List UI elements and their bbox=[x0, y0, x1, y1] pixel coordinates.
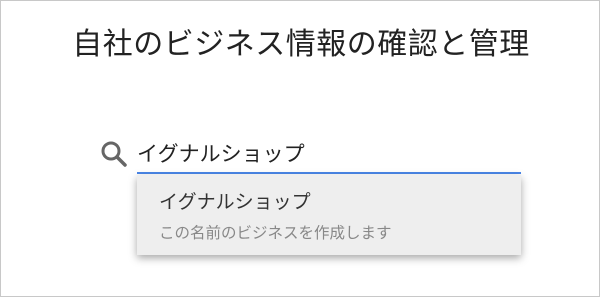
search-input[interactable] bbox=[137, 135, 521, 171]
page-title: 自社のビジネス情報の確認と管理 bbox=[72, 27, 530, 62]
suggestion-dropdown[interactable]: イグナルショップ この名前のビジネスを作成します bbox=[137, 175, 521, 255]
suggestion-business-name: イグナルショップ bbox=[159, 191, 311, 213]
search-underline bbox=[137, 172, 521, 174]
suggestion-create-hint: この名前のビジネスを作成します bbox=[159, 224, 392, 242]
page-frame: 自社のビジネス情報の確認と管理 イグナルショップ この名前のビジネスを作成します bbox=[0, 0, 600, 297]
search-icon bbox=[99, 139, 129, 169]
search-row bbox=[99, 135, 523, 174]
